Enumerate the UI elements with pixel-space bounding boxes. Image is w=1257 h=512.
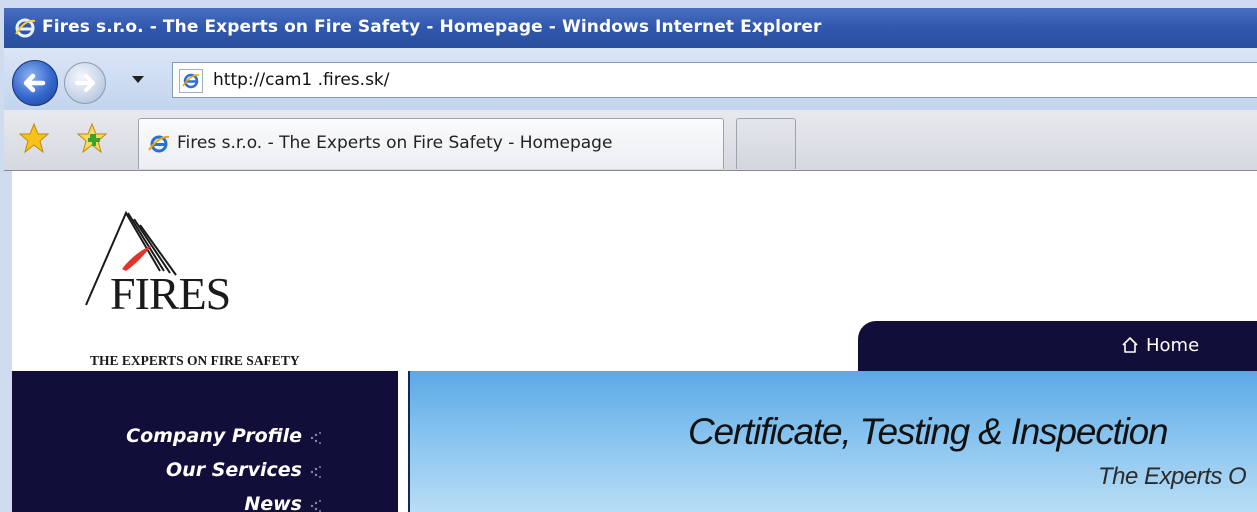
back-button[interactable] (12, 60, 58, 106)
home-icon[interactable] (1120, 335, 1140, 355)
title-bar: Fires s.r.o. - The Experts on Fire Safet… (4, 8, 1257, 48)
forward-button[interactable] (64, 62, 106, 104)
back-arrow-icon (23, 73, 46, 93)
new-tab-button[interactable] (736, 118, 796, 169)
logo[interactable]: FIRES THE EXPERTS ON FIRE SAFETY (82, 209, 372, 368)
navigation-bar: http://cam1 .fires.sk/ (4, 48, 1257, 110)
page-content: FIRES THE EXPERTS ON FIRE SAFETY Home Co… (12, 171, 1257, 512)
window-border (0, 171, 12, 512)
ie-icon (148, 135, 170, 153)
sparkle-bullet-icon (310, 500, 321, 512)
sidebar-item-news[interactable]: News (244, 493, 302, 512)
logo-tagline: THE EXPERTS ON FIRE SAFETY (90, 353, 300, 368)
hero-banner: Certificate, Testing & Inspection The Ex… (408, 371, 1257, 512)
top-nav: Home (858, 321, 1257, 371)
tab-label: Fires s.r.o. - The Experts on Fire Safet… (177, 133, 613, 153)
window-title: Fires s.r.o. - The Experts on Fire Safet… (42, 17, 822, 37)
sidebar-divider (398, 371, 406, 512)
ie-icon (15, 18, 36, 38)
sidebar: Company Profile Our Services News (12, 371, 398, 512)
sparkle-bullet-icon (310, 466, 321, 478)
dropdown-arrow-icon[interactable] (132, 76, 144, 83)
logo-name: FIRES (110, 268, 231, 319)
sparkle-bullet-icon (310, 432, 321, 444)
tab-fires-homepage[interactable]: Fires s.r.o. - The Experts on Fire Safet… (138, 118, 724, 169)
favorites-star-icon[interactable] (18, 122, 50, 154)
sidebar-item-company-profile[interactable]: Company Profile (126, 425, 302, 447)
address-bar[interactable]: http://cam1 .fires.sk/ (172, 62, 1257, 98)
forward-arrow-icon (75, 74, 95, 92)
banner-subline: The Experts O (1098, 463, 1247, 490)
address-input[interactable]: http://cam1 .fires.sk/ (213, 70, 390, 90)
tab-bar: Fires s.r.o. - The Experts on Fire Safet… (4, 110, 1257, 171)
page-icon (179, 69, 203, 93)
nav-home-link[interactable]: Home (1146, 335, 1199, 356)
banner-headline: Certificate, Testing & Inspection (688, 411, 1169, 452)
browser-window: Fires s.r.o. - The Experts on Fire Safet… (0, 0, 1257, 512)
sidebar-item-our-services[interactable]: Our Services (166, 459, 302, 481)
add-favorites-icon[interactable] (76, 122, 108, 154)
